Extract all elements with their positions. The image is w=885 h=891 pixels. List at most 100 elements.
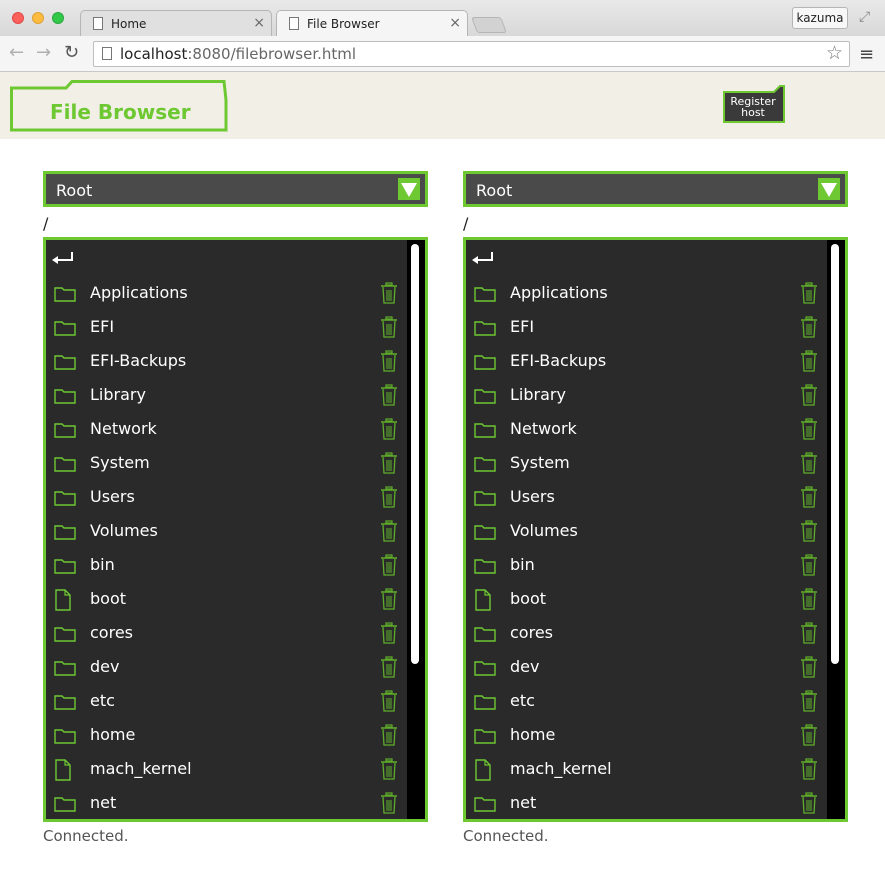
trash-icon[interactable] xyxy=(800,554,818,580)
file-list-item[interactable]: Library xyxy=(466,378,826,412)
file-list-item[interactable]: System xyxy=(46,446,406,480)
root-select[interactable]: Root xyxy=(463,171,848,207)
dropdown-arrow-icon[interactable] xyxy=(398,178,420,200)
trash-icon[interactable] xyxy=(800,622,818,648)
file-list-item[interactable]: Users xyxy=(466,480,826,514)
menu-icon[interactable]: ≡ xyxy=(859,44,874,65)
window-close-button[interactable] xyxy=(12,12,24,24)
trash-icon[interactable] xyxy=(380,724,398,750)
file-name: cores xyxy=(510,623,553,642)
trash-icon[interactable] xyxy=(800,418,818,444)
window-minimize-button[interactable] xyxy=(32,12,44,24)
tab-close-icon[interactable]: × xyxy=(253,15,265,31)
file-list-item[interactable]: boot xyxy=(466,582,826,616)
file-list-item[interactable]: Volumes xyxy=(466,514,826,548)
profile-button[interactable]: kazuma xyxy=(792,7,848,29)
trash-icon[interactable] xyxy=(380,588,398,614)
trash-icon[interactable] xyxy=(380,622,398,648)
trash-icon[interactable] xyxy=(800,792,818,818)
file-list-item[interactable]: Network xyxy=(466,412,826,446)
trash-icon[interactable] xyxy=(380,282,398,308)
trash-icon[interactable] xyxy=(380,792,398,818)
scrollbar[interactable] xyxy=(407,240,425,819)
tab-close-icon[interactable]: × xyxy=(449,15,461,31)
fullscreen-icon[interactable]: ⤢ xyxy=(859,9,870,25)
trash-icon[interactable] xyxy=(800,452,818,478)
trash-icon[interactable] xyxy=(800,520,818,546)
trash-icon[interactable] xyxy=(380,452,398,478)
folder-icon xyxy=(54,524,76,544)
file-list-item[interactable]: System xyxy=(466,446,826,480)
file-list-item[interactable]: EFI xyxy=(466,310,826,344)
trash-icon[interactable] xyxy=(800,282,818,308)
file-list-item[interactable]: home xyxy=(466,718,826,752)
trash-icon[interactable] xyxy=(800,656,818,682)
bookmark-star-icon[interactable]: ☆ xyxy=(826,42,843,64)
file-list-item[interactable]: etc xyxy=(466,684,826,718)
file-list-item[interactable]: EFI-Backups xyxy=(46,344,406,378)
trash-icon[interactable] xyxy=(380,486,398,512)
back-icon[interactable]: ← xyxy=(9,42,24,63)
trash-icon[interactable] xyxy=(380,758,398,784)
file-name: Network xyxy=(90,419,157,438)
trash-icon[interactable] xyxy=(800,724,818,750)
trash-icon[interactable] xyxy=(800,486,818,512)
folder-icon xyxy=(54,796,76,816)
file-list-item[interactable]: EFI-Backups xyxy=(466,344,826,378)
dropdown-arrow-icon[interactable] xyxy=(818,178,840,200)
file-list-item[interactable]: dev xyxy=(466,650,826,684)
forward-icon[interactable]: → xyxy=(36,42,51,63)
file-list-item[interactable]: Applications xyxy=(46,276,406,310)
file-list-item[interactable]: mach_kernel xyxy=(466,752,826,786)
parent-directory-icon[interactable] xyxy=(50,248,76,274)
trash-icon[interactable] xyxy=(380,350,398,376)
folder-icon xyxy=(474,558,496,578)
trash-icon[interactable] xyxy=(800,758,818,784)
file-list-item[interactable]: Network xyxy=(46,412,406,446)
trash-icon[interactable] xyxy=(380,316,398,342)
window-maximize-button[interactable] xyxy=(52,12,64,24)
file-list-item[interactable]: EFI xyxy=(46,310,406,344)
file-list-item[interactable]: Volumes xyxy=(46,514,406,548)
file-list-item[interactable]: dev xyxy=(46,650,406,684)
file-list-item[interactable]: boot xyxy=(46,582,406,616)
root-select[interactable]: Root xyxy=(43,171,428,207)
file-list-item[interactable]: cores xyxy=(46,616,406,650)
parent-directory-icon[interactable] xyxy=(470,248,496,274)
file-list-item[interactable]: etc xyxy=(46,684,406,718)
file-list-item[interactable]: Applications xyxy=(466,276,826,310)
reload-icon[interactable]: ↻ xyxy=(64,42,79,63)
connection-status: Connected. xyxy=(463,827,549,845)
address-bar[interactable]: localhost:8080/filebrowser.html ☆ xyxy=(93,41,850,67)
tab-home[interactable]: Home × xyxy=(80,10,272,36)
trash-icon[interactable] xyxy=(380,656,398,682)
trash-icon[interactable] xyxy=(800,690,818,716)
trash-icon[interactable] xyxy=(800,316,818,342)
file-list-item[interactable]: Users xyxy=(46,480,406,514)
tab-file-browser[interactable]: File Browser × xyxy=(276,10,468,36)
scrollbar-thumb[interactable] xyxy=(831,244,839,664)
new-tab-button[interactable] xyxy=(471,17,507,33)
trash-icon[interactable] xyxy=(380,520,398,546)
file-list-item[interactable]: Library xyxy=(46,378,406,412)
file-name: cores xyxy=(90,623,133,642)
trash-icon[interactable] xyxy=(800,588,818,614)
trash-icon[interactable] xyxy=(380,690,398,716)
file-list-item[interactable]: net xyxy=(46,786,406,819)
file-list-item[interactable]: mach_kernel xyxy=(46,752,406,786)
tab-title: File Browser xyxy=(307,17,380,31)
file-list-item[interactable]: cores xyxy=(466,616,826,650)
file-list-item[interactable]: home xyxy=(46,718,406,752)
trash-icon[interactable] xyxy=(380,384,398,410)
trash-icon[interactable] xyxy=(800,384,818,410)
file-list-item[interactable]: net xyxy=(466,786,826,819)
scrollbar[interactable] xyxy=(827,240,845,819)
folder-icon xyxy=(54,490,76,510)
folder-icon xyxy=(54,354,76,374)
scrollbar-thumb[interactable] xyxy=(411,244,419,664)
trash-icon[interactable] xyxy=(380,554,398,580)
trash-icon[interactable] xyxy=(380,418,398,444)
trash-icon[interactable] xyxy=(800,350,818,376)
file-list-item[interactable]: bin xyxy=(466,548,826,582)
file-list-item[interactable]: bin xyxy=(46,548,406,582)
